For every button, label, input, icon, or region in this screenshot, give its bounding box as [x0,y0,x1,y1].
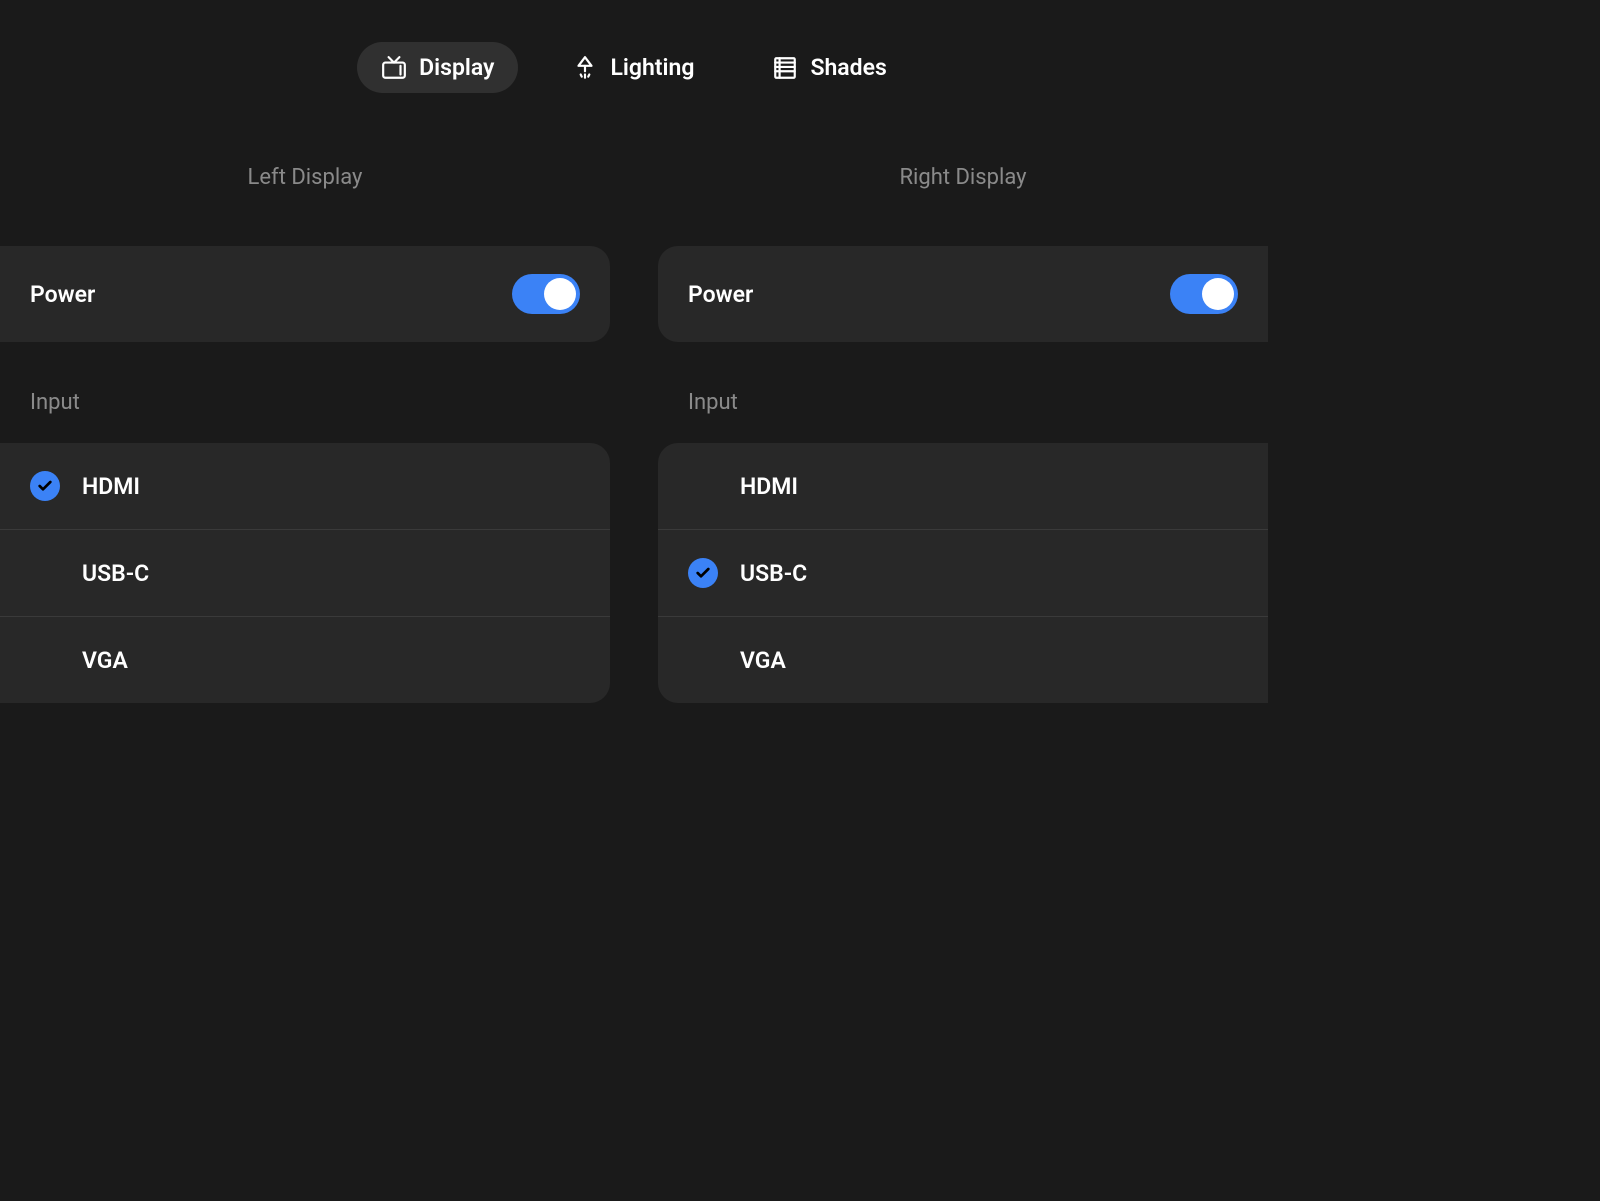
input-name: HDMI [82,473,140,500]
tabs-nav: Display Lighting Shades [0,0,1268,93]
tab-label: Lighting [610,54,694,81]
input-name: USB-C [82,560,149,587]
tab-shades[interactable]: Shades [748,42,910,93]
check-spacer [30,645,60,675]
check-icon [688,558,718,588]
check-spacer [30,558,60,588]
input-list: HDMI USB-C VGA [658,443,1268,703]
right-display-column: Right Display Power Input HDMI USB-C [658,165,1268,703]
blinds-icon [772,55,798,81]
power-card: Power [658,246,1268,342]
input-name: USB-C [740,560,807,587]
input-name: VGA [82,647,128,674]
input-item-hdmi[interactable]: HDMI [0,443,610,530]
tab-label: Shades [810,54,886,81]
input-name: VGA [740,647,786,674]
input-item-usbc[interactable]: USB-C [658,530,1268,617]
input-list: HDMI USB-C VGA [0,443,610,703]
input-section-label: Input [0,390,610,415]
power-toggle[interactable] [1170,274,1238,314]
toggle-knob [1202,278,1234,310]
main-content: Left Display Power Input HDMI USB-C [0,93,1268,703]
input-section-label: Input [658,390,1268,415]
check-spacer [688,471,718,501]
toggle-knob [544,278,576,310]
power-card: Power [0,246,610,342]
check-icon [30,471,60,501]
tab-lighting[interactable]: Lighting [548,42,718,93]
power-label: Power [30,281,95,308]
input-item-vga[interactable]: VGA [658,617,1268,703]
input-item-usbc[interactable]: USB-C [0,530,610,617]
lamp-icon [572,55,598,81]
input-name: HDMI [740,473,798,500]
tab-display[interactable]: Display [357,42,518,93]
input-item-hdmi[interactable]: HDMI [658,443,1268,530]
tab-label: Display [419,54,494,81]
input-item-vga[interactable]: VGA [0,617,610,703]
check-spacer [688,645,718,675]
left-display-column: Left Display Power Input HDMI USB-C [0,165,610,703]
column-title: Right Display [658,165,1268,190]
tv-icon [381,55,407,81]
column-title: Left Display [0,165,610,190]
power-toggle[interactable] [512,274,580,314]
power-label: Power [688,281,753,308]
